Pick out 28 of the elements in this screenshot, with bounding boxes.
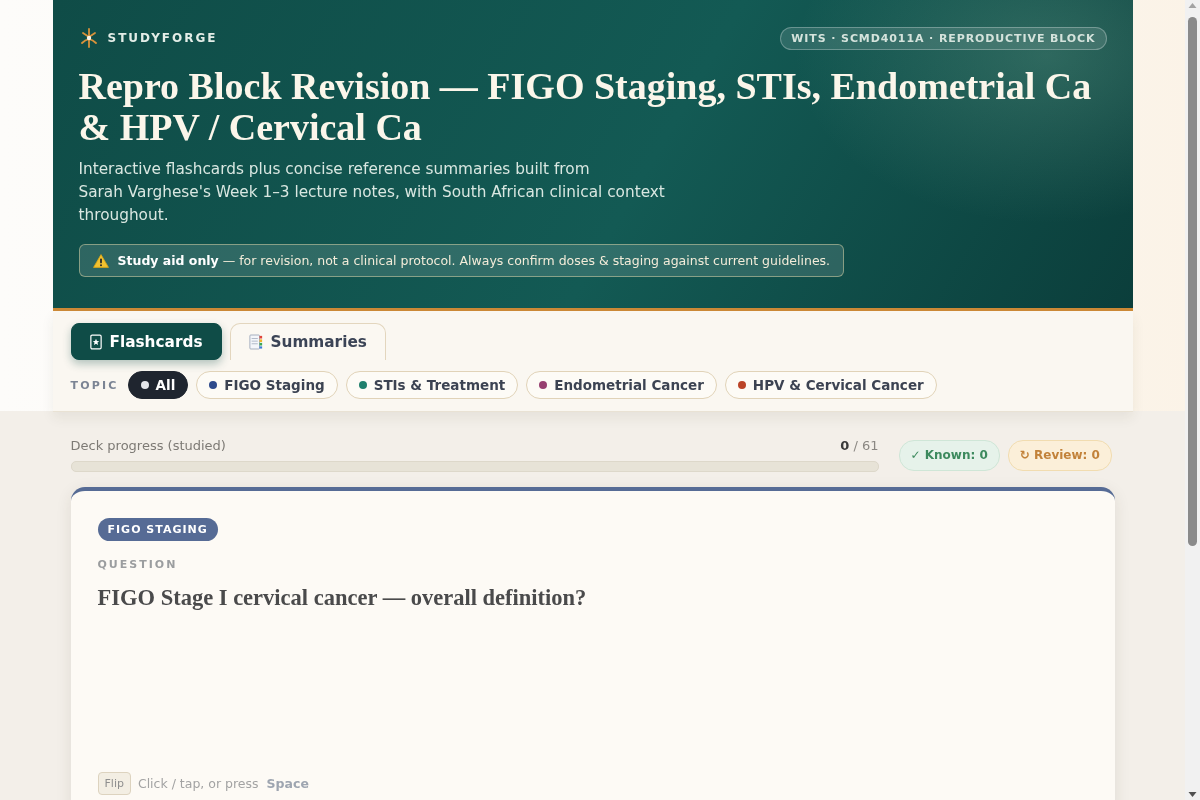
view-tab[interactable]: Flashcards [70, 323, 222, 360]
disclaimer-text: Study aid only — for revision, not a clinical protocol. Always confirm doses & staging against current guidelines. [117, 252, 831, 269]
side-label: QUESTION [97, 558, 178, 571]
topic-filter-chip[interactable]: HPV & Cervical Cancer [724, 371, 937, 399]
view-tab[interactable]: Summaries [229, 323, 386, 360]
progress-count: 0 / 61 [840, 438, 879, 454]
progress-label: Deck progress (studied) [70, 438, 226, 454]
star-card-icon [89, 333, 102, 350]
tally-badge: ✓ Known: 0 [898, 439, 1000, 471]
course-badge: WITS · SCMD4011A · REPRODUCTIVE BLOCK [780, 26, 1107, 50]
flip-hint: Click / tap, or press [137, 776, 259, 791]
topic-filter-chip[interactable]: FIGO Staging [196, 371, 338, 399]
page-title: Repro Block Revision — FIGO Staging, STIs, Endometrial Ca & HPV / Cervical Ca [78, 66, 1093, 148]
tally-badge: ↻ Review: 0 [1007, 439, 1112, 471]
warning-icon [92, 253, 109, 268]
flashcard[interactable]: FIGO STAGING QUESTION FIGO Stage I cervical cancer — overall definition? Flip Click / tap, or press Space [70, 487, 1115, 800]
brand-name: STUDYFORGE [107, 31, 218, 45]
topic-tag: FIGO STAGING [97, 518, 218, 541]
topic-filter-chip[interactable]: All [127, 371, 189, 399]
page-subtitle: Interactive flashcards plus concise reference summaries built from Sarah Varghese's Week 1–3 lecture notes, with South African clinical context throughout. [78, 159, 666, 226]
question-text: FIGO Stage I cervical cancer — overall definition? [97, 584, 587, 612]
spark-logo-icon [79, 28, 98, 48]
scrollbar[interactable] [1185, 0, 1200, 800]
bookmark-tabs-icon [248, 334, 263, 350]
topic-label: TOPIC [70, 378, 119, 392]
topic-filter-chip[interactable]: STIs & Treatment [345, 371, 519, 399]
key-hint: Space [266, 776, 309, 791]
topic-filter-chip[interactable]: Endometrial Cancer [526, 371, 717, 399]
